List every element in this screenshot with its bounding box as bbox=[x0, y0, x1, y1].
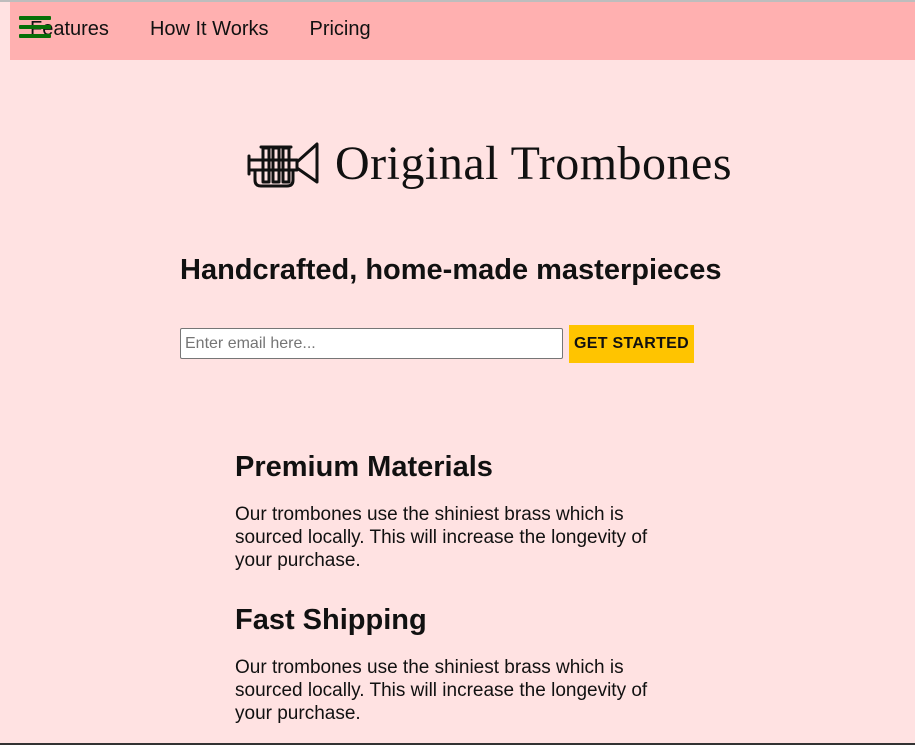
navbar: Features How It Works Pricing bbox=[10, 2, 915, 60]
feature-title: Fast Shipping bbox=[235, 604, 427, 636]
hamburger-bar bbox=[19, 16, 51, 20]
feature-fast-shipping: Fast Shipping Our trombones use the shin… bbox=[235, 602, 685, 725]
nav-links: Features How It Works Pricing bbox=[30, 18, 371, 41]
trumpet-icon bbox=[247, 142, 319, 188]
get-started-button[interactable]: GET STARTED bbox=[569, 325, 694, 363]
feature-title: Premium Materials bbox=[235, 451, 493, 483]
hero-title: Handcrafted, home-made masterpieces bbox=[180, 254, 722, 286]
brand-name: Original Trombones bbox=[335, 137, 733, 190]
feature-description: Our trombones use the shiniest brass whi… bbox=[235, 504, 648, 571]
hamburger-bar bbox=[19, 34, 51, 38]
brand-logo: Original Trombones bbox=[247, 136, 732, 192]
nav-link-how-it-works[interactable]: How It Works bbox=[150, 18, 269, 41]
nav-link-pricing[interactable]: Pricing bbox=[309, 18, 370, 41]
email-input[interactable] bbox=[180, 328, 563, 359]
feature-premium-materials: Premium Materials Our trombones use the … bbox=[235, 449, 685, 572]
hamburger-menu-icon[interactable] bbox=[19, 16, 51, 42]
hamburger-bar bbox=[19, 25, 51, 29]
feature-description: Our trombones use the shiniest brass whi… bbox=[235, 657, 648, 724]
